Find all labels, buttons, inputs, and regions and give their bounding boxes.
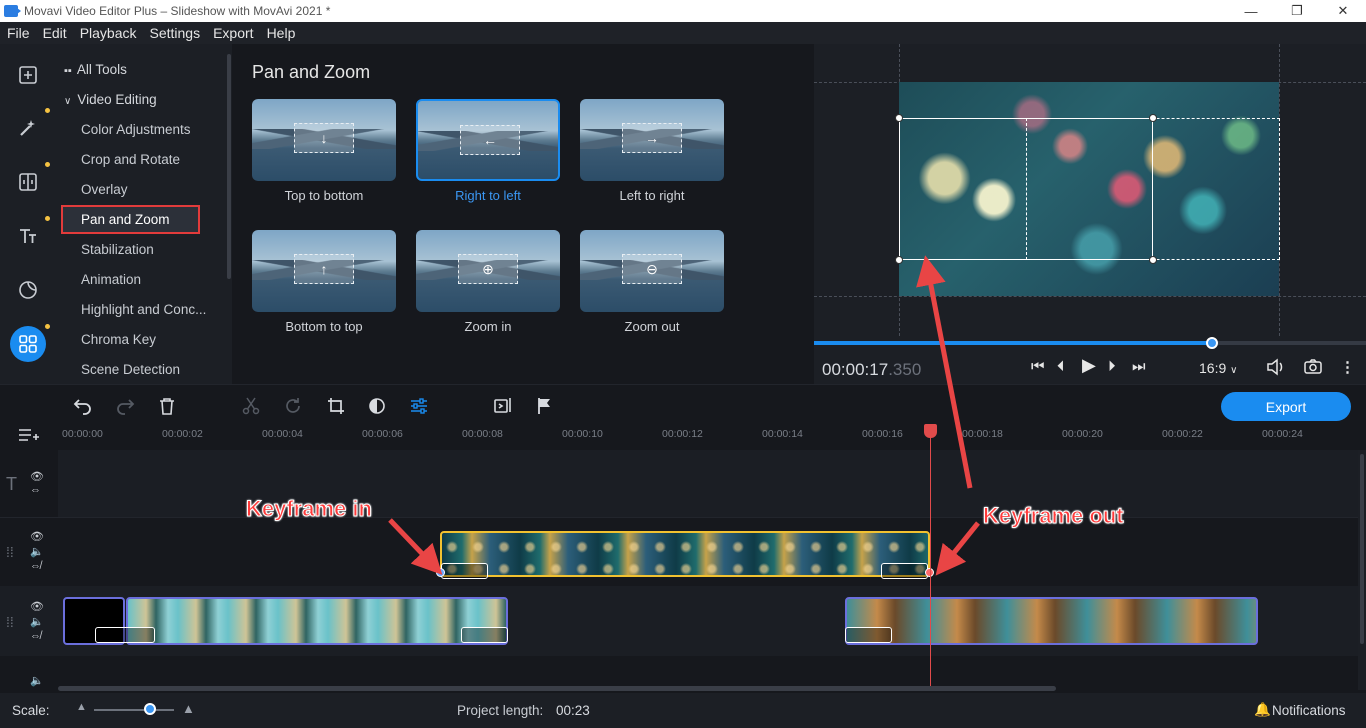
annotation-keyframe-in: Keyframe in <box>246 496 373 522</box>
scale-slider-knob[interactable] <box>144 703 156 715</box>
arrow-to-preview <box>916 255 973 489</box>
project-length-value: 00:23 <box>556 703 590 718</box>
project-length-label: Project length: <box>457 703 544 718</box>
zoom-out-mountain-icon[interactable]: ▲ <box>76 701 87 713</box>
zoom-in-mountain-icon[interactable]: ▲ <box>182 701 195 716</box>
arrow-keyframe-out <box>935 521 980 576</box>
scale-label: Scale: <box>12 703 50 718</box>
annotation-keyframe-out: Keyframe out <box>983 503 1125 529</box>
notifications-link[interactable]: Notifications <box>1272 703 1346 718</box>
status-bar: Scale: ▲ ▲ Project length: 00:23 🔔 Notif… <box>0 693 1366 728</box>
arrow-keyframe-in <box>388 518 443 575</box>
scale-slider[interactable] <box>94 709 174 711</box>
annotation-arrows <box>388 255 980 576</box>
bell-icon[interactable]: 🔔 <box>1254 702 1271 718</box>
